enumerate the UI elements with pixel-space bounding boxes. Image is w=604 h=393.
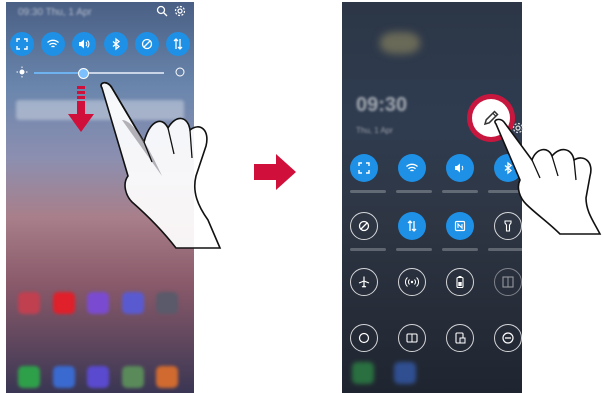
app-icon[interactable] bbox=[156, 292, 178, 314]
sync-icon[interactable] bbox=[350, 324, 378, 352]
slider-fill bbox=[34, 72, 84, 74]
sound-icon[interactable] bbox=[446, 154, 474, 182]
search-icon[interactable] bbox=[156, 5, 168, 17]
hotspot-icon[interactable] bbox=[398, 268, 426, 296]
auto-brightness-icon[interactable] bbox=[174, 66, 186, 78]
app-icon[interactable] bbox=[121, 366, 144, 388]
screen-capture-icon[interactable] bbox=[350, 154, 378, 182]
hand-swipe-illustration bbox=[100, 81, 222, 249]
app-icon[interactable] bbox=[18, 292, 40, 314]
app-icon[interactable] bbox=[52, 366, 75, 388]
wifi-icon[interactable] bbox=[398, 154, 426, 182]
nfc-icon[interactable] bbox=[446, 212, 474, 240]
settings-gear-icon[interactable] bbox=[174, 5, 186, 17]
dock-row bbox=[18, 366, 178, 388]
app-icon[interactable] bbox=[18, 366, 40, 388]
clock: 09:30 bbox=[356, 94, 408, 116]
brightness-icon bbox=[16, 66, 28, 78]
app-icon[interactable] bbox=[87, 292, 109, 314]
rotation-icon[interactable] bbox=[350, 212, 378, 240]
brightness-slider[interactable] bbox=[16, 66, 186, 80]
app-icon[interactable] bbox=[87, 366, 109, 388]
rotation-icon[interactable] bbox=[134, 32, 159, 56]
screen-share-icon[interactable] bbox=[446, 324, 474, 352]
status-bar: 09:30 Thu, 1 Apr bbox=[6, 2, 194, 22]
hand-tap-illustration bbox=[494, 118, 602, 235]
next-step-arrow bbox=[254, 154, 296, 190]
swipe-down-arrow bbox=[68, 86, 94, 132]
app-icon[interactable] bbox=[121, 292, 144, 314]
slider-thumb[interactable] bbox=[78, 68, 90, 79]
app-row-1 bbox=[18, 292, 178, 314]
battery-saver-icon[interactable] bbox=[446, 268, 474, 296]
dual-window-icon[interactable] bbox=[398, 324, 426, 352]
data-icon[interactable] bbox=[165, 32, 190, 56]
app-icon[interactable] bbox=[52, 292, 75, 314]
data-icon[interactable] bbox=[398, 212, 426, 240]
wifi-icon[interactable] bbox=[41, 32, 66, 56]
status-time: 09:30 Thu, 1 Apr bbox=[18, 7, 92, 18]
screen-capture-icon[interactable] bbox=[10, 32, 34, 56]
sound-icon[interactable] bbox=[72, 32, 97, 56]
mirror-screen-icon[interactable] bbox=[494, 268, 522, 296]
date: Thu, 1 Apr bbox=[356, 126, 393, 135]
quick-settings-row bbox=[10, 32, 190, 56]
bluetooth-icon[interactable] bbox=[103, 32, 128, 56]
app-icon[interactable] bbox=[156, 366, 178, 388]
airplane-mode-icon[interactable] bbox=[350, 268, 378, 296]
do-not-disturb-icon[interactable] bbox=[494, 324, 522, 352]
